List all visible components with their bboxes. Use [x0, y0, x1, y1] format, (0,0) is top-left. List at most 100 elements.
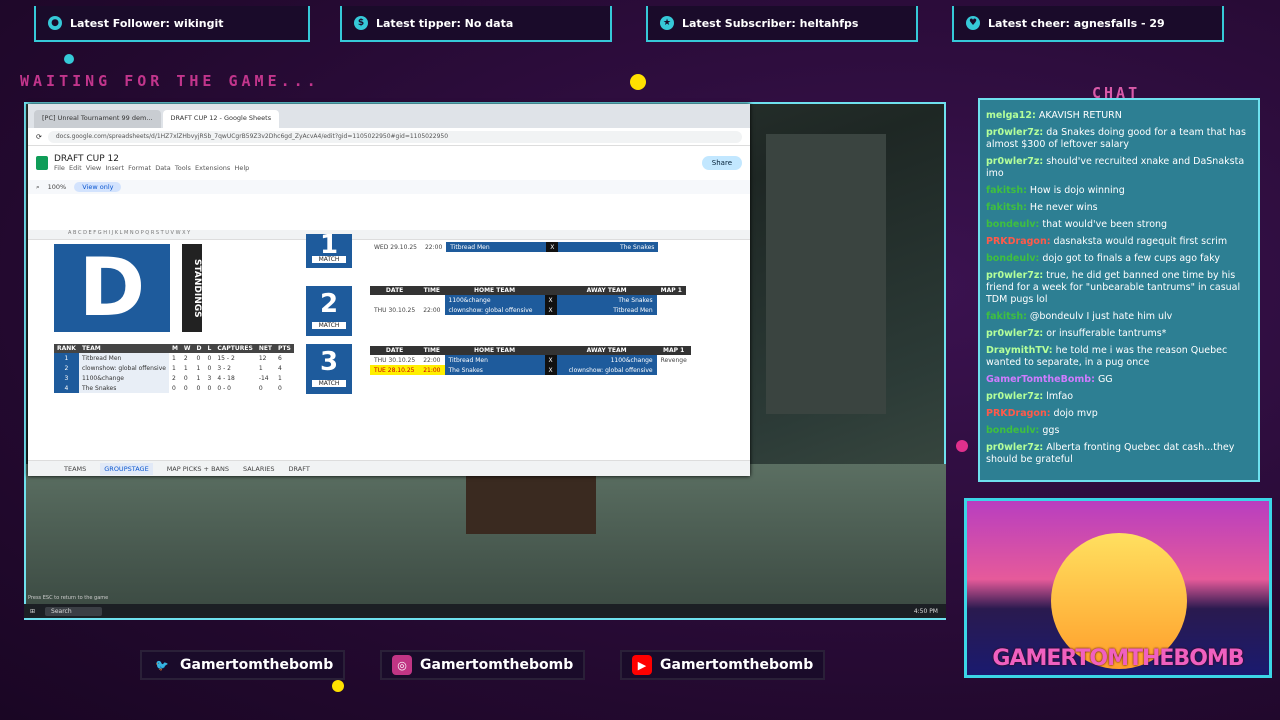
tab-strip: [PC] Unreal Tournament 99 dem... DRAFT C…	[28, 104, 750, 128]
header-cell: RANK	[54, 344, 79, 353]
sheets-header: DRAFT CUP 12 File Edit View Insert Forma…	[28, 146, 750, 180]
waiting-text: WAITING FOR THE GAME...	[20, 72, 320, 90]
chat-message: fakitsh: How is dojo winning	[986, 185, 1252, 197]
header-cell: NET	[255, 344, 276, 353]
cell: 1	[278, 374, 282, 382]
chat-user: GamerTomtheBomb:	[986, 374, 1095, 385]
subscriber-text: Latest Subscriber: heltahfps	[682, 16, 859, 30]
sheet-tab-draft[interactable]: DRAFT	[289, 465, 310, 473]
home-team-cell: clownshow: global offensive	[444, 305, 545, 315]
cell: 4	[278, 364, 282, 372]
date-cell	[370, 295, 419, 305]
header-cell: HOME TEAM	[444, 286, 545, 295]
menu-extensions[interactable]: Extensions	[195, 164, 230, 172]
chat-user: pr0wler7z:	[986, 156, 1044, 167]
map-cell	[657, 305, 686, 315]
tab-sheets[interactable]: DRAFT CUP 12 - Google Sheets	[162, 110, 280, 128]
twitter-icon: 🐦	[155, 658, 169, 672]
chat-text: dojo mvp	[1053, 408, 1098, 419]
vs-cell: X	[544, 305, 557, 315]
menu-insert[interactable]: Insert	[105, 164, 124, 172]
chat-text: dojo got to finals a few cups ago faky	[1042, 253, 1220, 264]
team-cell: Titbread Men	[78, 353, 169, 363]
team-cell: The Snakes	[78, 383, 169, 393]
menu-tools[interactable]: Tools	[175, 164, 191, 172]
cell: 12	[258, 354, 267, 362]
header-cell	[544, 346, 557, 355]
rank-cell: 3	[54, 373, 79, 383]
cell: 0	[196, 354, 201, 362]
menu-bar: File Edit View Insert Format Data Tools …	[54, 164, 249, 172]
away-team-cell: Titbread Men	[556, 305, 657, 315]
schedule-table-3: DATE TIME HOME TEAM AWAY TEAM MAP 1 THU 30.1…	[370, 346, 691, 375]
table-row: 4 The Snakes 0 0 0 0 0 - 0 0 0	[54, 383, 294, 393]
chat-text: ggs	[1042, 425, 1060, 436]
standings-label: STANDINGS	[182, 244, 202, 332]
menu-view[interactable]: View	[86, 164, 101, 172]
search-icon[interactable]: ⌕	[36, 183, 40, 192]
tab-unreal[interactable]: [PC] Unreal Tournament 99 dem...	[34, 110, 161, 128]
menu-help[interactable]: Help	[234, 164, 249, 172]
url-field[interactable]: docs.google.com/spreadsheets/d/1HZ7xlZHb…	[47, 130, 742, 143]
sheet-tab-groupstage[interactable]: GROUPSTAGE	[100, 462, 153, 475]
share-button[interactable]: Share	[701, 156, 742, 170]
instagram-handle: Gamertomthebomb	[420, 657, 574, 673]
browser-window: [PC] Unreal Tournament 99 dem... DRAFT C…	[28, 104, 750, 476]
tipper-alert: $ Latest tipper: No data	[340, 6, 612, 42]
menu-file[interactable]: File	[54, 164, 65, 172]
home-team-cell: Titbread Men	[446, 242, 547, 252]
chat-user: pr0wler7z:	[986, 270, 1044, 281]
cell: 6	[278, 354, 282, 362]
decor-dot	[64, 54, 74, 64]
chat-message: pr0wler7z: true, he did get banned one t…	[986, 270, 1252, 306]
follower-alert: ● Latest Follower: wikingit	[34, 6, 310, 42]
chat-message: fakitsh: He never wins	[986, 202, 1252, 214]
header-cell: AWAY TEAM	[556, 286, 657, 295]
clock: 4:50 PM	[913, 607, 938, 615]
map-cell	[657, 295, 686, 305]
time-cell: 22:00	[423, 306, 441, 314]
header-cell: HOME TEAM	[444, 346, 545, 355]
rank-cell: 4	[54, 383, 79, 393]
chat-text: dasnaksta would ragequit first scrim	[1053, 236, 1228, 247]
match-number: 1	[319, 230, 339, 260]
cell: 0	[258, 384, 263, 392]
view-only-badge[interactable]: View only	[74, 182, 122, 192]
reload-icon[interactable]: ⟳	[36, 133, 42, 141]
sheet-tab-teams[interactable]: TEAMS	[64, 465, 86, 473]
team-cell: 1100&change	[78, 373, 169, 383]
chat-message: melga12: AKAVISH RETURN	[986, 110, 1252, 122]
chat-user: bondeulv:	[986, 253, 1040, 264]
chat-text: @bondeulv I just hate him ulv	[1029, 311, 1173, 322]
standings-header-row: RANK TEAM M W D L CAPTURES NET PTS	[54, 344, 294, 353]
sheet-tab-salaries[interactable]: SALARIES	[243, 465, 275, 473]
windows-start-icon[interactable]: ⊞	[30, 608, 35, 615]
cell: 0	[207, 354, 212, 362]
header-cell: L	[204, 344, 215, 353]
header-cell: TIME	[419, 346, 445, 355]
cell: 2	[171, 374, 176, 382]
chat-text: that would've been strong	[1042, 219, 1168, 230]
cell: 2	[183, 354, 188, 362]
home-team-cell: The Snakes	[444, 365, 545, 375]
game-hint: Press ESC to return to the game	[28, 595, 109, 601]
header-cell: D	[193, 344, 205, 353]
social-youtube: ▶ Gamertomthebomb	[620, 650, 826, 680]
table-row: 1 Titbread Men 1 2 0 0 15 - 2 12 6	[54, 353, 294, 363]
sheet-tab-map-picks[interactable]: MAP PICKS + BANS	[167, 465, 229, 473]
match-label: MATCH	[312, 380, 346, 387]
taskbar-search[interactable]: Search	[45, 606, 102, 616]
menu-format[interactable]: Format	[128, 164, 151, 172]
heart-icon: ♥	[966, 16, 980, 30]
chat-message: PRKDragon: dojo mvp	[986, 408, 1252, 420]
menu-edit[interactable]: Edit	[69, 164, 82, 172]
zoom-select[interactable]: 100%	[48, 183, 67, 191]
chat-user: bondeulv:	[986, 425, 1040, 436]
cell: 0	[196, 384, 201, 392]
chat-message: pr0wler7z: or insufferable tantrums*	[986, 328, 1252, 340]
decor-dot	[956, 440, 968, 452]
chat-user: fakitsh:	[986, 311, 1027, 322]
home-team-cell: 1100&change	[444, 295, 545, 305]
menu-data[interactable]: Data	[155, 164, 171, 172]
cell: 3	[207, 374, 212, 382]
